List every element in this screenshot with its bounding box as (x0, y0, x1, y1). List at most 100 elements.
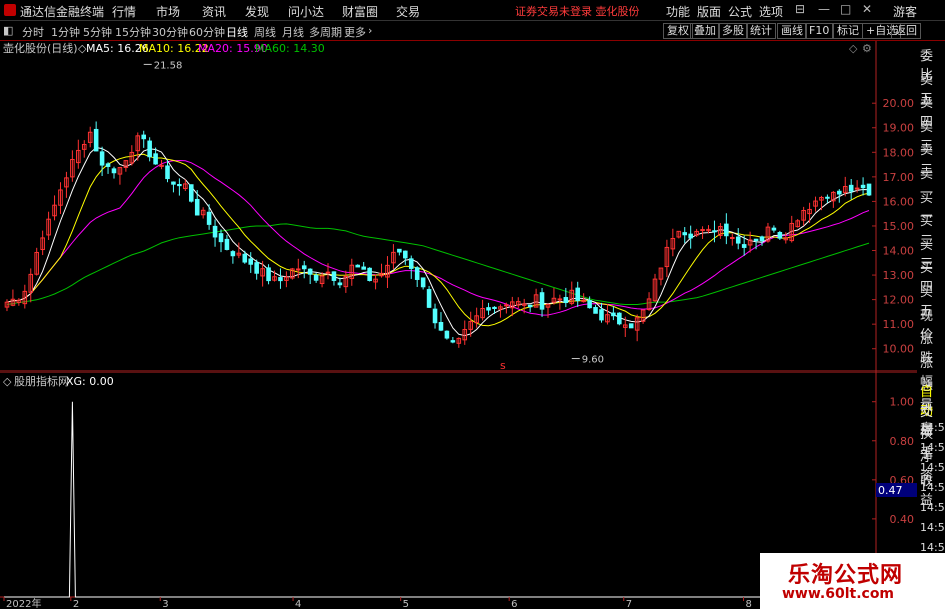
price-tick-label: 16.00 (883, 195, 915, 208)
candle-body (188, 184, 194, 202)
date-tick-label: 2 (73, 599, 79, 609)
menu-gongshi[interactable]: 公式 (728, 3, 752, 20)
candle-body (575, 287, 580, 302)
candle-body (194, 198, 200, 216)
candle-body (420, 277, 426, 288)
guest-user[interactable]: 游客 (893, 3, 917, 20)
btn-fuquan[interactable]: 复权 (663, 23, 693, 39)
candle-body (278, 277, 283, 282)
btn-biaoji[interactable]: 标记 (833, 23, 863, 39)
candle-body (539, 292, 545, 310)
candle-body (432, 308, 438, 324)
candlestick-chart[interactable]: 10.00 11.00 12.00 13.00 14.00 15.00 16.00 17.00… (0, 41, 917, 372)
btn-diejia[interactable]: 叠加 (690, 23, 720, 39)
tick-time-label: 14:55 (920, 441, 945, 454)
candle-body (230, 251, 236, 257)
tick-time-label: 14:55 (920, 421, 945, 434)
candle-body (628, 323, 634, 329)
candle-body (367, 267, 372, 282)
quote-panel: 委比 卖五 卖四 卖三 卖二 卖一 买一 买二 买三 买四 买五 现价 涨跌 涨幅 总量 外盘 换手 净资 收益 自动… (917, 41, 945, 609)
app-title: 通达信金融终端 (20, 5, 105, 19)
xg-signal (4, 401, 872, 598)
candle-body (611, 312, 616, 317)
period-15min[interactable]: 15分钟 (115, 24, 151, 40)
menu-banmian[interactable]: 版面 (697, 3, 721, 20)
diamond-icon[interactable]: ◇ (849, 42, 858, 55)
more-chevron-icon[interactable]: › (368, 24, 372, 37)
date-tick-label: 8 (746, 599, 752, 609)
restore-icon[interactable]: ⊟ (795, 2, 805, 16)
price-tick-label: 19.00 (883, 122, 915, 135)
candle-body (99, 151, 105, 166)
candle-body (337, 282, 343, 286)
price-tick-label: 18.00 (883, 146, 915, 159)
candle-body (403, 250, 408, 259)
btn-tongji[interactable]: 统计 (746, 23, 776, 39)
candle-body (759, 236, 765, 242)
candle-body (296, 268, 301, 271)
legend-ma60: MA60: 14.30 (255, 42, 325, 55)
candle-body (599, 309, 604, 321)
period-month[interactable]: 月线 (282, 24, 304, 40)
indicator-tick-label: 1.00 (890, 396, 915, 409)
candle-body (93, 128, 99, 152)
login-notice[interactable]: 证券交易未登录 壶化股份 (515, 3, 640, 19)
title-bar: 通达信金融终端 行情 市场 资讯 发现 问小达 财富圈 交易 证券交易未登录 壶… (0, 0, 945, 21)
menu-caifuquan[interactable]: 财富圈 (342, 3, 378, 20)
indicator-tick-label: 0.80 (890, 435, 915, 448)
collapse-icon[interactable]: ◧ (3, 24, 13, 37)
candle-body (724, 223, 729, 237)
price-axis: 10.00 11.00 12.00 13.00 14.00 15.00 16.00 17.00… (872, 97, 914, 356)
menu-zixun[interactable]: 资讯 (202, 3, 226, 20)
candle-body (563, 297, 569, 304)
candle-body (450, 340, 456, 343)
watermark-line2: www.60lt.com (782, 586, 895, 602)
btn-huaxian[interactable]: 画线 (777, 23, 807, 39)
annotation-label: 9.60 (582, 355, 604, 366)
date-tick-label: 3 (162, 599, 168, 609)
candle-body (557, 298, 563, 301)
main-legend-name: 壶化股份(日线) (3, 41, 78, 55)
period-1min[interactable]: 1分钟 (51, 24, 80, 40)
sub-legend-name: 股朋指标网 (14, 374, 69, 388)
period-week[interactable]: 周线 (254, 24, 276, 40)
menu-hangqing[interactable]: 行情 (112, 3, 136, 20)
price-tick-label: 15.00 (883, 220, 915, 233)
candle-body (414, 267, 420, 280)
watermark-line1: 乐淘公式网 (788, 563, 904, 588)
period-60min[interactable]: 60分钟 (189, 24, 225, 40)
settings-icon[interactable]: ⚙ (862, 42, 872, 55)
candle-body (730, 237, 735, 240)
period-5min[interactable]: 5分钟 (83, 24, 112, 40)
period-multi[interactable]: 多周期 (309, 24, 342, 40)
candle-body (682, 232, 688, 236)
date-tick-label: 4 (295, 599, 301, 609)
period-day[interactable]: 日线 (226, 24, 248, 40)
candle-body (111, 168, 117, 174)
minimize-icon[interactable]: — (818, 2, 830, 16)
menu-faxian[interactable]: 发现 (245, 3, 269, 20)
menu-xuanxiang[interactable]: 选项 (759, 3, 783, 20)
maximize-icon[interactable]: □ (840, 2, 851, 16)
candle-body (355, 264, 361, 268)
tick-time-label: 14:55 (920, 481, 945, 494)
candle-body (753, 238, 759, 242)
period-more[interactable]: 更多 (344, 24, 366, 40)
menu-jiaoyi[interactable]: 交易 (396, 3, 420, 20)
indicator-axis: 0.200.400.600.801.00 (872, 396, 914, 565)
candle-body (177, 184, 182, 187)
event-marker-icon[interactable]: s (500, 359, 506, 372)
candle-body (712, 230, 717, 233)
btn-f10[interactable]: F10 (805, 23, 834, 39)
menu-gongneng[interactable]: 功能 (666, 3, 690, 20)
menu-wenxiaoda[interactable]: 问小达 (288, 3, 324, 20)
candle-body (688, 233, 693, 239)
period-30min[interactable]: 30分钟 (152, 24, 188, 40)
menu-shichang[interactable]: 市场 (156, 3, 180, 20)
close-icon[interactable]: ✕ (862, 2, 872, 16)
btn-duogu[interactable]: 多股 (718, 23, 748, 39)
btn-fanhui[interactable]: 返回 (891, 23, 921, 39)
sub-legend-icon[interactable]: ◇ (3, 375, 12, 388)
period-fenshi[interactable]: 分时 (22, 24, 44, 40)
candle-body (242, 253, 248, 263)
